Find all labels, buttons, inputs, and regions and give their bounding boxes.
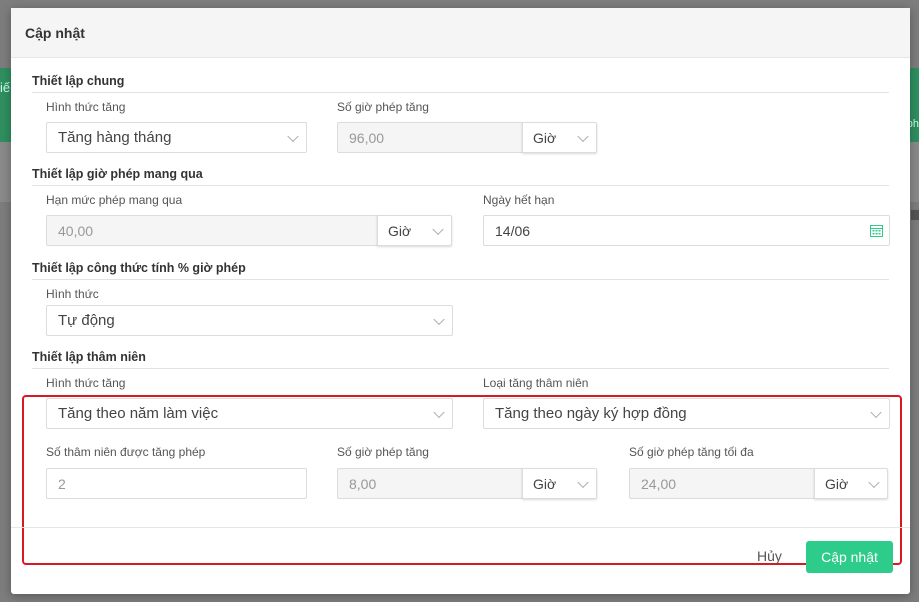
seniority-max-hours-unit-select[interactable]: Giờ: [814, 468, 888, 499]
section-divider: [32, 279, 889, 280]
background-text: iế: [0, 80, 11, 95]
seniority-type-select[interactable]: Tăng theo ngày ký hợp đồng: [483, 398, 890, 429]
seniority-hours-unit-value: Giờ: [533, 475, 557, 492]
increase-type-label: Hình thức tăng: [46, 100, 126, 114]
chevron-down-icon: [868, 476, 880, 488]
carry-unit-value: Giờ: [388, 222, 412, 239]
formula-type-label: Hình thức: [46, 287, 99, 301]
expiry-date-value: 14/06: [495, 222, 531, 239]
increase-type-select[interactable]: Tăng hàng tháng: [46, 122, 307, 153]
cancel-button[interactable]: Hủy: [757, 548, 782, 564]
section-title-formula: Thiết lập công thức tính % giờ phép: [32, 261, 246, 275]
seniority-increase-type-label: Hình thức tăng: [46, 376, 126, 390]
seniority-max-hours-label: Số giờ phép tăng tối đa: [629, 445, 754, 459]
seniority-hours-value: 8,00: [349, 475, 377, 492]
formula-type-value: Tự động: [58, 312, 115, 329]
formula-type-select[interactable]: Tự động: [46, 305, 453, 336]
seniority-max-hours-value: 24,00: [641, 475, 677, 492]
seniority-increase-type-select[interactable]: Tăng theo năm làm việc: [46, 398, 453, 429]
chevron-down-icon: [433, 313, 445, 325]
carry-limit-label: Hạn mức phép mang qua: [46, 193, 183, 207]
chevron-down-icon: [432, 223, 444, 235]
chevron-down-icon: [577, 130, 589, 142]
seniority-max-hours-unit-value: Giờ: [825, 475, 849, 492]
hours-increase-input: 96,00: [337, 122, 523, 153]
seniority-max-hours-input: 24,00: [629, 468, 815, 499]
seniority-years-label: Số thâm niên được tăng phép: [46, 445, 206, 459]
seniority-type-label: Loại tăng thâm niên: [483, 376, 589, 390]
calendar-icon[interactable]: [870, 224, 883, 237]
chevron-down-icon: [577, 476, 589, 488]
hours-unit-value: Giờ: [533, 129, 557, 146]
seniority-years-input[interactable]: 2: [46, 468, 307, 499]
dialog-footer: Hủy Cập nhật: [11, 527, 910, 594]
hours-increase-value: 96,00: [349, 129, 385, 146]
chevron-down-icon: [433, 406, 445, 418]
seniority-type-value: Tăng theo ngày ký hợp đồng: [495, 405, 687, 422]
section-title-carry: Thiết lập giờ phép mang qua: [32, 167, 203, 181]
chevron-down-icon: [870, 406, 882, 418]
update-dialog: Cập nhật Thiết lập chung Hình thức tăng …: [11, 8, 910, 594]
update-button[interactable]: Cập nhật: [806, 541, 893, 573]
section-title-seniority: Thiết lập thâm niên: [32, 350, 146, 364]
expiry-date-input[interactable]: 14/06: [483, 215, 890, 246]
chevron-down-icon: [287, 130, 299, 142]
section-title-general: Thiết lập chung: [32, 74, 125, 88]
seniority-hours-label: Số giờ phép tăng: [337, 445, 429, 459]
increase-type-value: Tăng hàng tháng: [58, 129, 172, 146]
carry-limit-value: 40,00: [58, 222, 94, 239]
section-divider: [32, 92, 889, 93]
seniority-hours-input: 8,00: [337, 468, 523, 499]
section-divider: [32, 185, 889, 186]
carry-unit-select[interactable]: Giờ: [377, 215, 452, 246]
dialog-title: Cập nhật: [11, 8, 910, 58]
section-divider: [32, 368, 889, 369]
background-scrollbar: [911, 210, 919, 220]
expiry-date-label: Ngày hết hạn: [483, 193, 555, 207]
seniority-increase-type-value: Tăng theo năm làm việc: [58, 405, 219, 422]
seniority-years-value: 2: [58, 475, 66, 492]
hours-unit-select[interactable]: Giờ: [522, 122, 597, 153]
dialog-body: Thiết lập chung Hình thức tăng Tăng hàng…: [11, 58, 910, 565]
carry-limit-input: 40,00: [46, 215, 378, 246]
seniority-hours-unit-select[interactable]: Giờ: [522, 468, 597, 499]
hours-increase-label: Số giờ phép tăng: [337, 100, 429, 114]
